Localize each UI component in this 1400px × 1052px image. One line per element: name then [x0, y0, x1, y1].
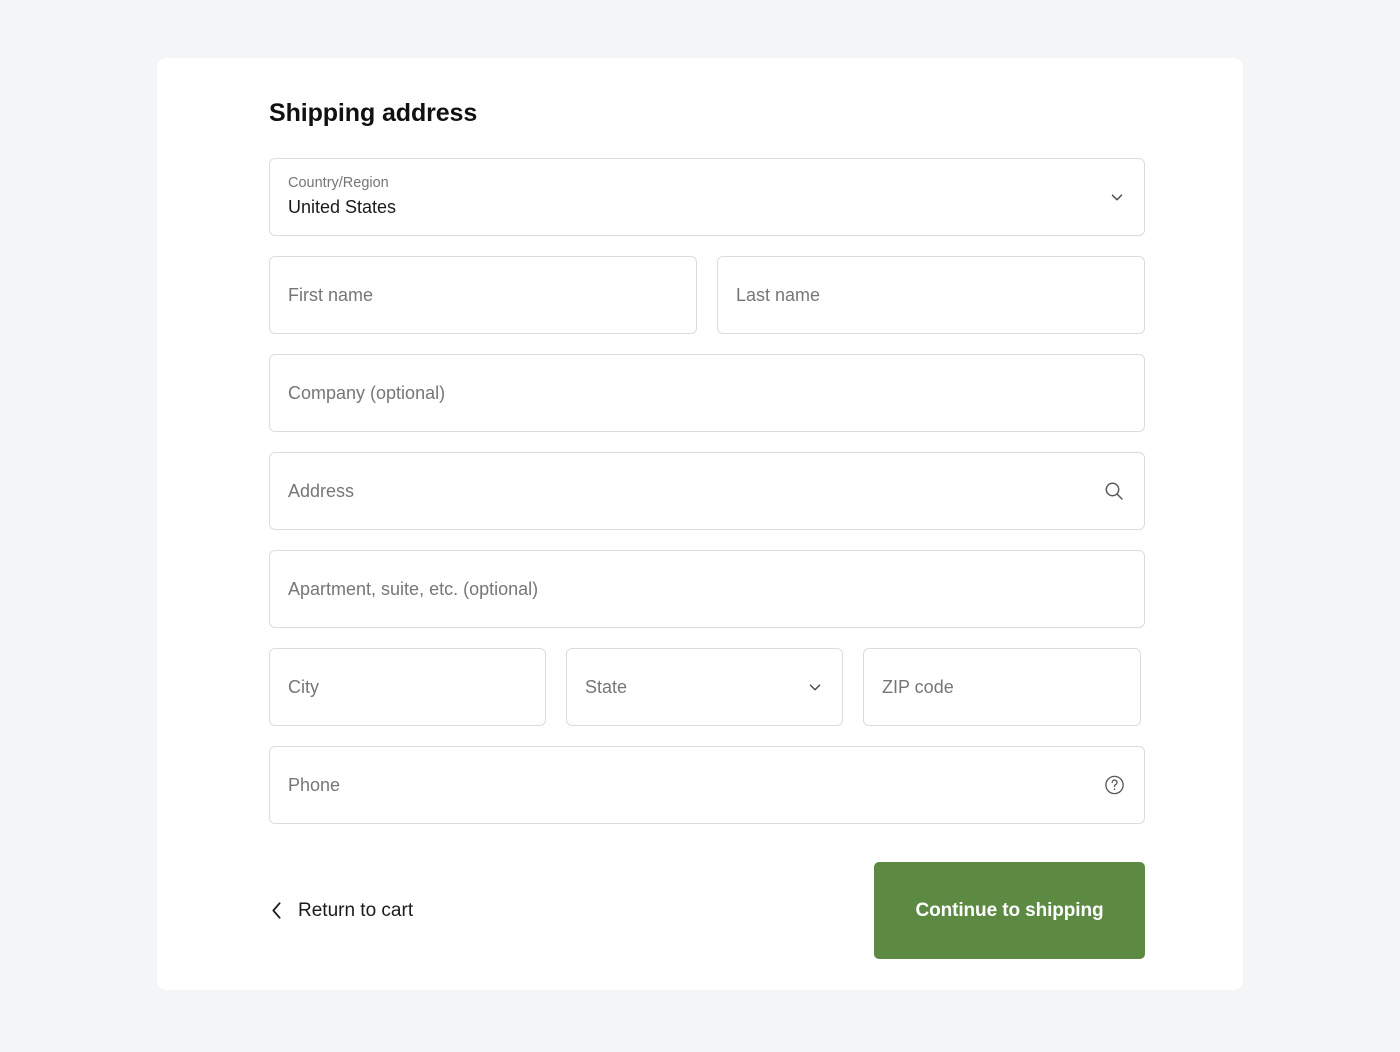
first-name-placeholder: First name: [288, 286, 373, 304]
phone-placeholder: Phone: [288, 776, 340, 794]
zip-code-field[interactable]: ZIP code: [863, 648, 1141, 726]
address-field[interactable]: Address: [269, 452, 1145, 530]
address-placeholder: Address: [288, 482, 354, 500]
city-state-zip-row: City State ZIP code: [269, 648, 1145, 726]
chevron-left-icon: [269, 900, 284, 921]
country-region-select[interactable]: Country/Region United States: [269, 158, 1145, 236]
shipping-address-card: Shipping address Country/Region United S…: [157, 58, 1243, 990]
last-name-placeholder: Last name: [736, 286, 820, 304]
zip-code-placeholder: ZIP code: [882, 678, 954, 696]
page-title: Shipping address: [269, 98, 1145, 128]
chevron-down-icon: [806, 678, 824, 696]
return-to-cart-label: Return to cart: [298, 901, 413, 920]
company-placeholder: Company (optional): [288, 384, 445, 402]
country-region-value: United States: [288, 194, 1126, 221]
name-row: First name Last name: [269, 256, 1145, 334]
last-name-field[interactable]: Last name: [717, 256, 1145, 334]
country-region-label: Country/Region: [288, 174, 1126, 194]
form-container: Shipping address Country/Region United S…: [269, 98, 1145, 959]
company-field[interactable]: Company (optional): [269, 354, 1145, 432]
return-to-cart-link[interactable]: Return to cart: [269, 900, 413, 921]
continue-to-shipping-button[interactable]: Continue to shipping: [874, 862, 1145, 959]
help-circle-icon[interactable]: [1103, 774, 1126, 797]
form-footer: Return to cart Continue to shipping: [269, 862, 1145, 959]
chevron-down-icon: [1108, 188, 1126, 206]
city-placeholder: City: [288, 678, 319, 696]
state-select[interactable]: State: [566, 648, 843, 726]
apartment-placeholder: Apartment, suite, etc. (optional): [288, 580, 538, 598]
phone-field[interactable]: Phone: [269, 746, 1145, 824]
apartment-field[interactable]: Apartment, suite, etc. (optional): [269, 550, 1145, 628]
city-field[interactable]: City: [269, 648, 546, 726]
search-icon[interactable]: [1102, 479, 1126, 503]
state-placeholder: State: [585, 678, 627, 696]
checkout-page: Shipping address Country/Region United S…: [0, 0, 1400, 1052]
first-name-field[interactable]: First name: [269, 256, 697, 334]
